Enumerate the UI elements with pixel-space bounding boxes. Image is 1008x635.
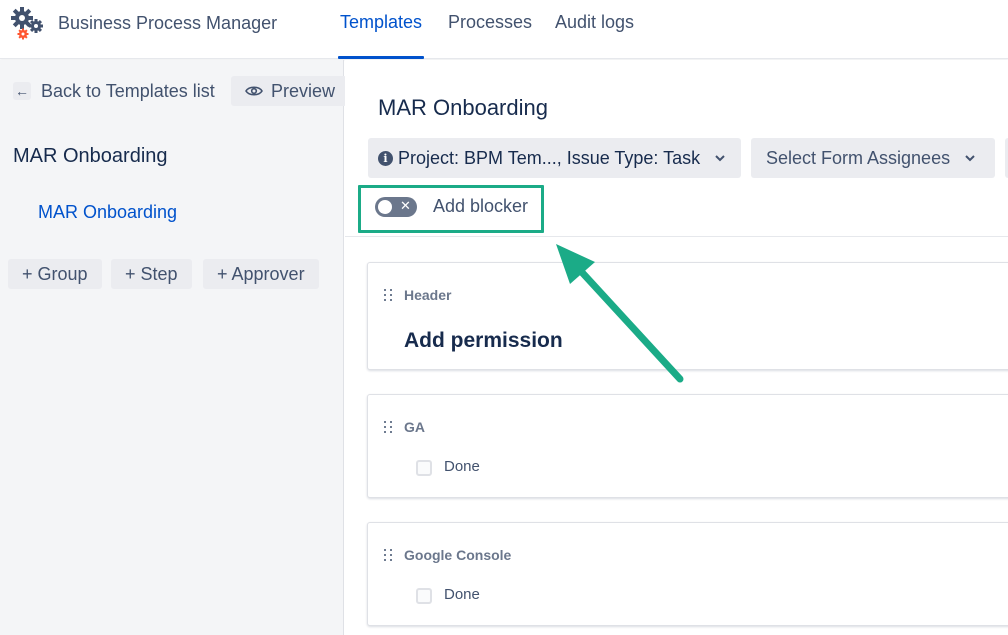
form-card-header: Header Add permission [367, 262, 1008, 370]
card-label: GA [404, 419, 425, 435]
arrow-left-icon: ← [13, 82, 31, 100]
template-title: MAR Onboarding [13, 145, 168, 167]
project-select-value: Project: BPM Tem..., Issue Type: Task [398, 147, 701, 168]
toggle-knob [378, 200, 392, 214]
info-icon: i [378, 150, 393, 166]
sidebar: ← Back to Templates list Preview MAR Onb… [0, 60, 348, 635]
top-navigation: Business Process Manager Templates Proce… [0, 0, 1008, 59]
chevron-down-icon [965, 155, 975, 162]
chevron-down-icon [715, 155, 725, 162]
add-step-button[interactable]: + Step [111, 259, 192, 289]
card-label: Google Console [404, 547, 512, 563]
project-issue-type-select[interactable]: i Project: BPM Tem..., Issue Type: Task [368, 138, 741, 178]
eye-icon [245, 86, 263, 96]
add-blocker-toggle[interactable]: ✕ [375, 197, 417, 217]
app-title: Business Process Manager [58, 13, 278, 33]
preview-label: Preview [271, 80, 336, 101]
checkbox-label: Done [444, 458, 480, 475]
form-card-google-console: Google Console Done [367, 522, 1008, 626]
done-checkbox[interactable] [416, 588, 432, 604]
checkbox-label: Done [444, 586, 480, 603]
gears-logo-icon [11, 7, 43, 40]
drag-handle-icon[interactable] [384, 421, 394, 435]
tab-audit-logs[interactable]: Audit logs [555, 12, 634, 59]
form-assignees-select[interactable]: Select Form Assignees [751, 138, 995, 178]
form-card-ga: GA Done [367, 394, 1008, 498]
tab-templates[interactable]: Templates [337, 12, 425, 59]
main-panel: MAR Onboarding i Project: BPM Tem..., Is… [345, 60, 1008, 635]
tab-processes[interactable]: Processes [448, 12, 532, 59]
back-to-templates-button[interactable]: ← Back to Templates list [9, 78, 221, 104]
card-heading: Add permission [404, 329, 563, 352]
close-icon: ✕ [400, 198, 411, 213]
assignees-select-value: Select Form Assignees [766, 147, 951, 168]
page-title: MAR Onboarding [378, 95, 548, 120]
card-label: Header [404, 287, 452, 303]
sidebar-item-mar-onboarding[interactable]: MAR Onboarding [38, 202, 177, 223]
add-group-button[interactable]: + Group [8, 259, 102, 289]
add-approver-button[interactable]: + Approver [203, 259, 319, 289]
drag-handle-icon[interactable] [384, 289, 394, 303]
add-blocker-label: Add blocker [433, 196, 529, 216]
drag-handle-icon[interactable] [384, 549, 394, 563]
preview-button[interactable]: Preview [231, 76, 348, 106]
back-button-label: Back to Templates list [41, 80, 215, 101]
done-checkbox[interactable] [416, 460, 432, 476]
divider [345, 236, 1008, 237]
